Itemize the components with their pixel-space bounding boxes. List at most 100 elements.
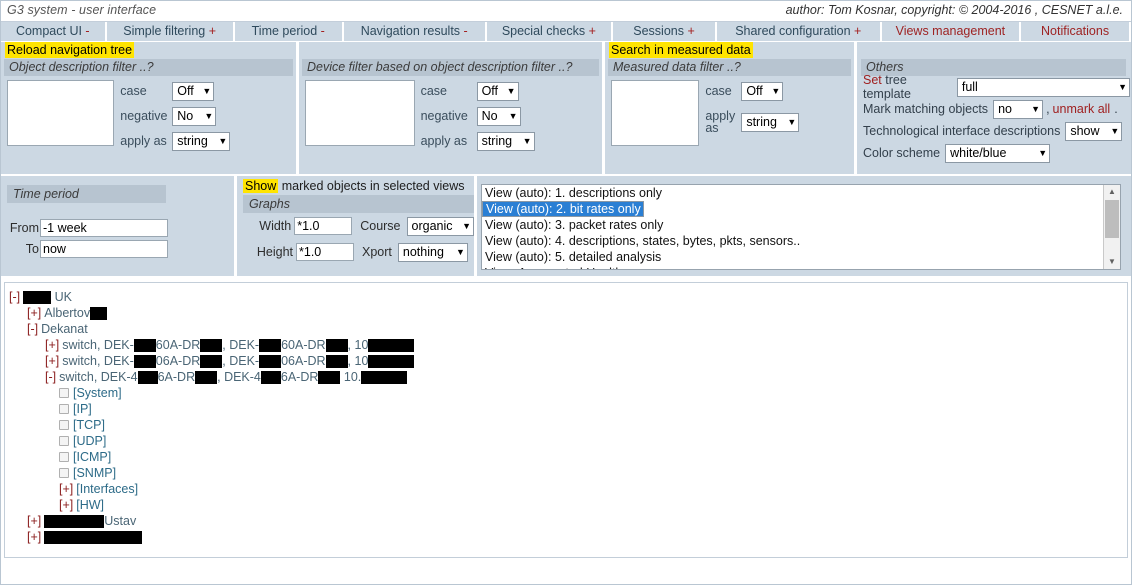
tree-leaf-label[interactable]: [System] [73,386,122,400]
views-list-item[interactable]: View (auto): 5. detailed analysis [482,249,1103,265]
tree-row[interactable]: [SNMP] [5,465,1127,481]
color-scheme-select[interactable]: white/blue ▼ [945,143,1051,163]
tree-row[interactable]: [IP] [5,401,1127,417]
tree-row[interactable]: [+] [HW] [5,497,1127,513]
measured-data-case-select[interactable]: Off ▼ [741,81,784,101]
expand-toggle-icon[interactable]: [+] [59,498,73,512]
graph-height-input[interactable] [296,243,354,261]
graph-width-input[interactable] [294,217,353,235]
views-list-item[interactable]: View (auto): 3. packet rates only [482,217,1103,233]
tree-item-checkbox[interactable] [59,452,69,462]
tree-item-checkbox[interactable] [59,388,69,398]
tree-item-checkbox[interactable] [59,420,69,430]
object-filter-apply-select[interactable]: string ▼ [172,131,231,151]
views-list-item[interactable]: View: Aggregated Health [482,265,1103,269]
scrollbar-thumb[interactable] [1105,200,1119,238]
tab-label: Views management [895,24,1006,38]
tree-template-select[interactable]: full ▼ [956,77,1130,97]
tree-leaf-label[interactable]: [UDP] [73,434,106,448]
tree-row[interactable]: [TCP] [5,417,1127,433]
graph-course-select[interactable]: organic ▼ [406,216,474,236]
expand-toggle-icon[interactable]: [+] [45,338,59,352]
tree-row[interactable]: [ICMP] [5,449,1127,465]
tree-row[interactable]: [+] switch, DEK- 06A-DR , DEK- 06A-DR , 10 [5,353,1127,369]
tree-item-checkbox[interactable] [59,436,69,446]
time-to-input[interactable] [40,239,168,258]
tree-row[interactable]: [+] [5,529,1127,545]
tree-node-label: Albertov [44,306,91,320]
tree-row[interactable]: [-] Dekanat [5,321,1127,337]
collapse-toggle-icon[interactable]: [-] [9,290,20,304]
views-listbox[interactable]: View (auto): 1. descriptions only View (a… [481,184,1121,270]
expand-toggle-icon[interactable]: [+] [59,482,73,496]
views-list-item[interactable]: View (auto): 4. descriptions, states, by… [482,233,1103,249]
expand-toggle-icon[interactable]: [+] [45,354,59,368]
tab-special-checks[interactable]: Special checks + [486,22,614,41]
tree-item-checkbox[interactable] [59,468,69,478]
object-filter-case-select[interactable]: Off ▼ [172,81,215,101]
measured-data-help-icon[interactable]: ..? [727,60,741,74]
object-filter-negative-select[interactable]: No ▼ [172,106,217,126]
tree-node-label: 06A-DR [155,354,201,368]
unmark-all-link[interactable]: unmark all [1053,102,1111,116]
tree-leaf-label[interactable]: [ICMP] [73,450,111,464]
tree-row[interactable]: [+] switch, DEK- 60A-DR , DEK- 60A-DR , 10 [5,337,1127,353]
tab-simple-filtering[interactable]: Simple filtering + [106,22,235,41]
show-link[interactable]: Show [243,179,279,193]
object-filter-case-label: case [120,83,147,98]
tree-node-label: switch, DEK- [62,354,134,368]
views-scrollbar[interactable]: ▲ ▼ [1103,185,1120,269]
expand-toggle-icon[interactable]: [+] [27,514,41,528]
redacted-block [368,355,415,369]
graph-xport-select[interactable]: nothing ▼ [397,242,468,262]
collapse-toggle-icon[interactable]: [-] [45,370,56,384]
device-filter-textarea[interactable] [305,80,415,146]
tree-leaf-label[interactable]: [IP] [73,402,92,416]
tree-row[interactable]: [+] Ustav [5,513,1127,529]
tab-shared-configuration[interactable]: Shared configuration + [716,22,882,41]
views-list-item[interactable]: View (auto): 1. descriptions only [482,185,1103,201]
app-title: G3 system - user interface [7,3,157,17]
set-link[interactable]: Set [863,73,882,87]
device-filter-case-select[interactable]: Off ▼ [476,81,519,101]
device-filter-help-icon[interactable]: ..? [559,60,573,74]
tab-notifications[interactable]: Notifications [1021,22,1131,41]
reload-navigation-tree-link[interactable]: Reload navigation tree [5,42,135,58]
navigation-tree[interactable]: [-] UK [+] Albertov [-] Dekanat [+] switch, DE… [4,282,1128,558]
expand-toggle-icon[interactable]: [+] [27,306,41,320]
expand-toggle-icon[interactable]: [+] [27,530,41,544]
tree-row[interactable]: [+] Albertov [5,305,1127,321]
scroll-down-icon[interactable]: ▼ [1104,255,1120,269]
tab-sessions[interactable]: Sessions + [613,22,717,41]
tree-row[interactable]: [-] switch, DEK-4 6A-DR , DEK-4 6A-DR 10. [5,369,1127,385]
time-from-input[interactable] [40,218,168,237]
object-filter-textarea[interactable] [7,80,115,146]
measured-data-textarea[interactable] [611,80,700,146]
device-filter-negative-label: negative [420,108,468,123]
redacted-block [137,371,158,385]
tree-row[interactable]: [UDP] [5,433,1127,449]
tree-row[interactable]: [-] UK [5,289,1127,305]
tech-interface-label: Technological interface descriptions [863,124,1061,138]
tree-leaf-label[interactable]: [HW] [76,498,104,512]
tab-views-management[interactable]: Views management [881,22,1022,41]
search-in-measured-data-link[interactable]: Search in measured data [609,42,753,58]
collapse-toggle-icon[interactable]: [-] [27,322,38,336]
measured-data-apply-select[interactable]: string ▼ [741,112,800,132]
device-filter-negative-select[interactable]: No ▼ [476,106,521,126]
device-filter-apply-select[interactable]: string ▼ [476,131,535,151]
tree-leaf-label[interactable]: [TCP] [73,418,105,432]
tree-leaf-label[interactable]: [SNMP] [73,466,116,480]
tab-time-period[interactable]: Time period - [234,22,344,41]
scroll-up-icon[interactable]: ▲ [1104,185,1120,199]
tree-row[interactable]: [System] [5,385,1127,401]
tab-navigation-results[interactable]: Navigation results - [343,22,487,41]
mark-matching-select[interactable]: no ▼ [993,99,1044,119]
tree-item-checkbox[interactable] [59,404,69,414]
object-filter-help-icon[interactable]: ..? [140,60,154,74]
views-list-item[interactable]: View (auto): 2. bit rates only [482,201,644,217]
tree-row[interactable]: [+] [Interfaces] [5,481,1127,497]
tab-compact-ui[interactable]: Compact UI - [1,22,107,41]
tree-leaf-label[interactable]: [Interfaces] [76,482,138,496]
tech-interface-select[interactable]: show ▼ [1065,121,1123,141]
